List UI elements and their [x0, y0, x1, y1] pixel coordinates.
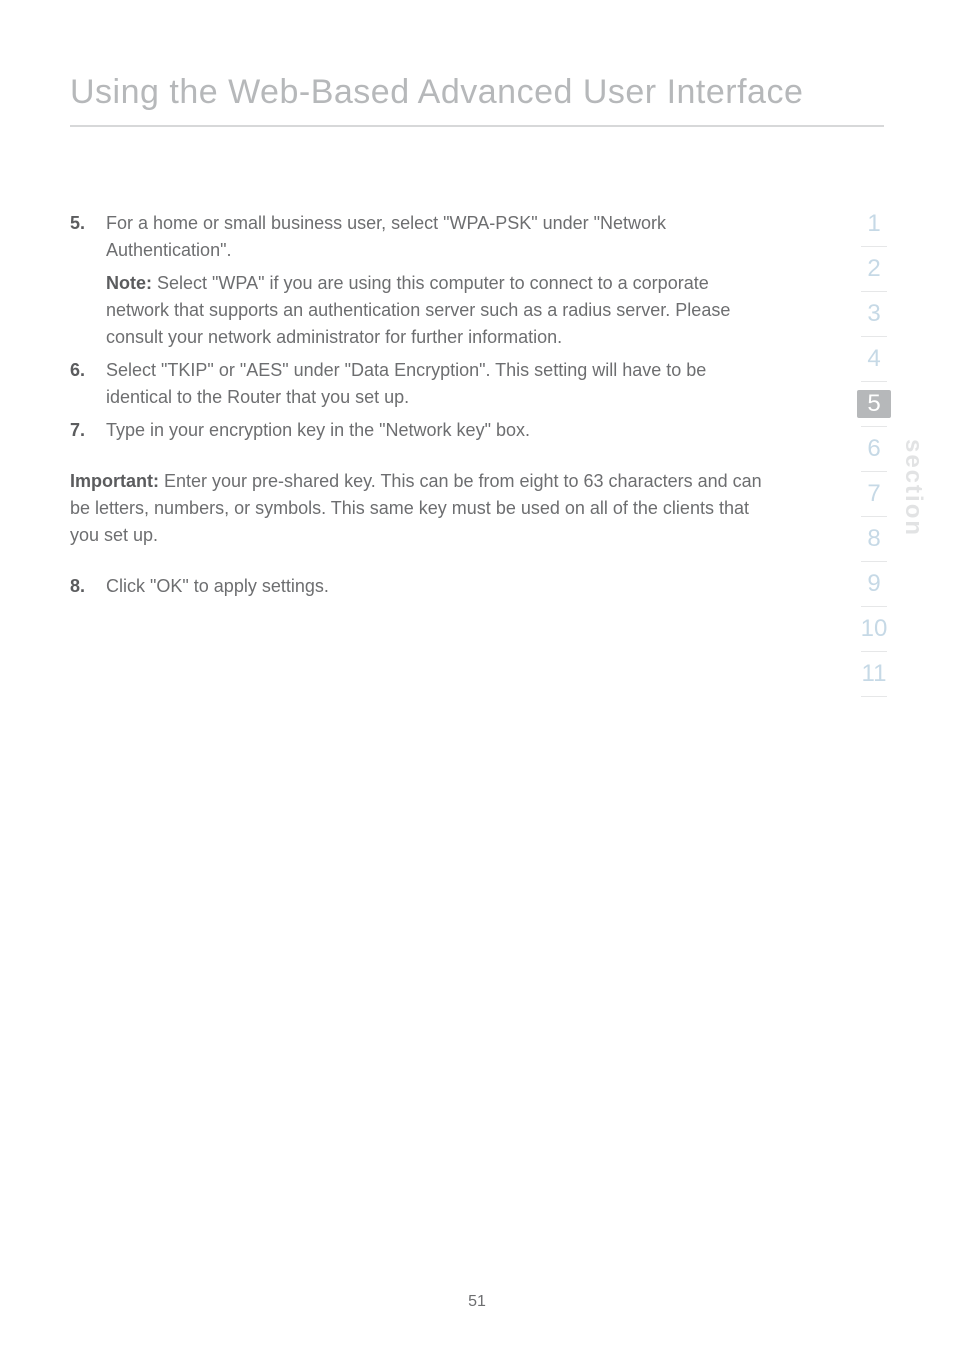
step-6-body: Select "TKIP" or "AES" under "Data Encry… — [106, 357, 770, 411]
section-nav-4[interactable]: 4 — [859, 345, 889, 373]
section-nav-3[interactable]: 3 — [859, 300, 889, 328]
section-nav-5-active[interactable]: 5 — [857, 390, 891, 418]
important-label: Important: — [70, 471, 159, 491]
section-nav-sep — [861, 426, 887, 427]
section-nav-sep — [861, 246, 887, 247]
section-nav-2[interactable]: 2 — [859, 255, 889, 283]
section-nav-sep — [861, 516, 887, 517]
section-nav-sep — [861, 471, 887, 472]
step-7: 7. Type in your encryption key in the "N… — [70, 417, 770, 444]
page-number: 51 — [0, 1293, 954, 1311]
section-nav: 1 2 3 4 5 6 7 8 9 10 11 — [852, 210, 896, 705]
step-5-marker: 5. — [70, 210, 106, 351]
important-paragraph: Important: Enter your pre-shared key. Th… — [70, 468, 770, 549]
page-title: Using the Web-Based Advanced User Interf… — [70, 72, 803, 121]
section-nav-1[interactable]: 1 — [859, 210, 889, 238]
section-nav-10[interactable]: 10 — [859, 615, 889, 643]
section-nav-6[interactable]: 6 — [859, 435, 889, 463]
step-8-text: Click "OK" to apply settings. — [106, 576, 329, 596]
section-nav-sep — [861, 336, 887, 337]
section-nav-sep — [861, 696, 887, 697]
step-5-text: For a home or small business user, selec… — [106, 213, 666, 260]
step-6: 6. Select "TKIP" or "AES" under "Data En… — [70, 357, 770, 411]
section-vertical-label: section — [899, 439, 927, 537]
step-6-text: Select "TKIP" or "AES" under "Data Encry… — [106, 360, 706, 407]
step-8-body: Click "OK" to apply settings. — [106, 573, 770, 600]
title-region: Using the Web-Based Advanced User Interf… — [70, 72, 884, 127]
section-nav-9[interactable]: 9 — [859, 570, 889, 598]
section-nav-sep — [861, 561, 887, 562]
content-region: 5. For a home or small business user, se… — [70, 210, 770, 606]
title-underline — [70, 125, 884, 127]
step-6-marker: 6. — [70, 357, 106, 411]
section-nav-sep — [861, 381, 887, 382]
step-7-body: Type in your encryption key in the "Netw… — [106, 417, 770, 444]
section-nav-sep — [861, 606, 887, 607]
step-5: 5. For a home or small business user, se… — [70, 210, 770, 351]
step-5-body: For a home or small business user, selec… — [106, 210, 770, 351]
page: Using the Web-Based Advanced User Interf… — [0, 0, 954, 1363]
section-vertical-label-container: section — [898, 418, 928, 558]
important-text: Enter your pre-shared key. This can be f… — [70, 471, 762, 545]
step-5-note: Note: Select "WPA" if you are using this… — [106, 270, 770, 351]
step-5-note-text: Select "WPA" if you are using this compu… — [106, 273, 730, 347]
step-7-marker: 7. — [70, 417, 106, 444]
section-nav-7[interactable]: 7 — [859, 480, 889, 508]
step-8-marker: 8. — [70, 573, 106, 600]
section-nav-sep — [861, 651, 887, 652]
step-5-note-label: Note: — [106, 273, 152, 293]
step-7-text: Type in your encryption key in the "Netw… — [106, 420, 530, 440]
section-nav-11[interactable]: 11 — [859, 660, 889, 688]
section-nav-8[interactable]: 8 — [859, 525, 889, 553]
section-nav-sep — [861, 291, 887, 292]
step-8: 8. Click "OK" to apply settings. — [70, 573, 770, 600]
